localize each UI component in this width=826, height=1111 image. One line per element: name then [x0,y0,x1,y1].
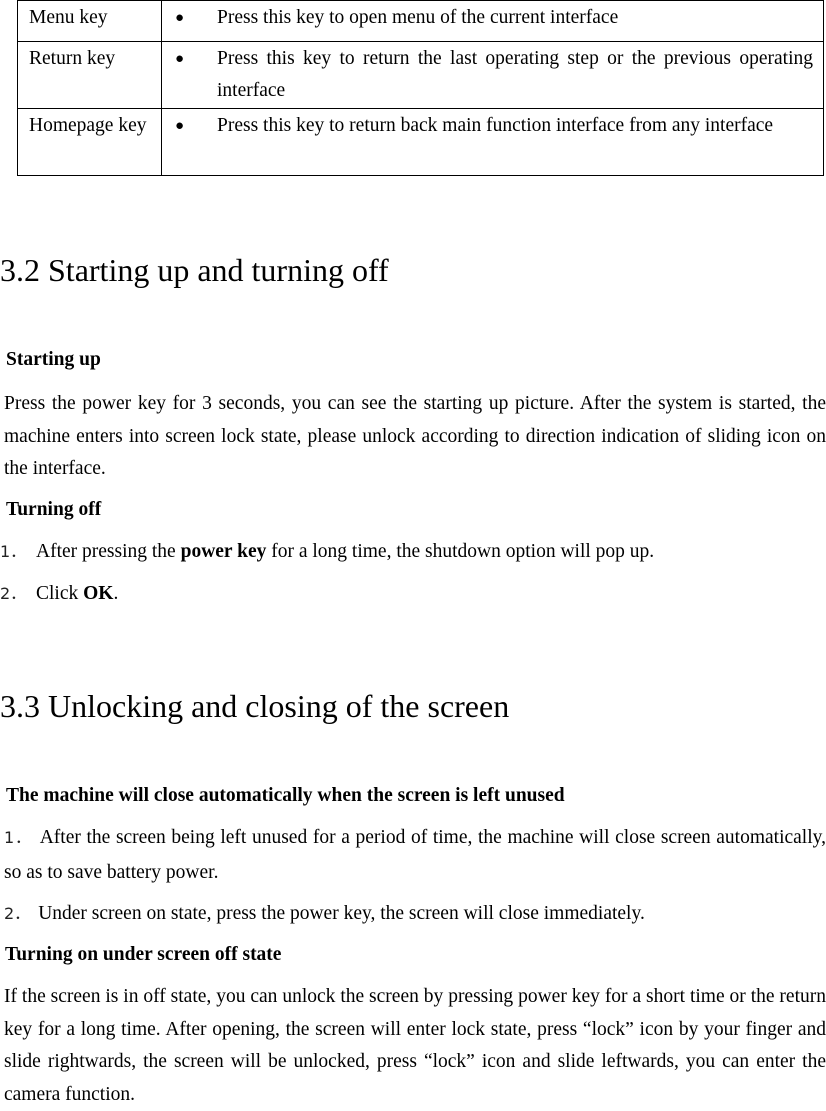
turning-off-step-1: 1． After pressing the power key for a lon… [0,536,826,568]
auto-close-item-1: 1． After the screen being left unused for… [4,820,826,890]
key-description-text: Press this key to return back main funct… [217,115,774,136]
key-name-cell: Homepage key [17,108,162,176]
bullet-icon: ● [175,51,185,67]
table-row: Menu key ● Press this key to open menu o… [17,0,824,42]
item-text: Under screen on state, press the power k… [38,903,645,924]
step-text: for a long time, the shutdown option wil… [266,541,655,562]
subheading-turning-off: Turning off [6,499,102,520]
key-description-cell: ● Press this key to return the last oper… [161,41,824,109]
key-description-text: Press this key to open menu of the curre… [217,7,619,28]
item-text: After the screen being left unused for a… [4,827,826,883]
document-page: Menu key ● Press this key to open menu o… [0,0,826,1107]
key-name-cell: Return key [17,41,162,109]
auto-close-item-2: 2． Under screen on state, press the power… [4,896,826,931]
starting-up-paragraph: Press the power key for 3 seconds, you c… [4,393,826,479]
table-row: Return key ● Press this key to return th… [17,41,824,109]
step-number: 2． [0,584,27,603]
turning-off-step-2: 2． Click OK. [0,578,826,610]
step-text: . [113,583,119,604]
subheading-turning-on: Turning on under screen off state [5,944,282,965]
step-bold-text: power key [180,541,267,562]
table-row: Homepage key ● Press this key to return … [17,108,824,176]
step-number: 1． [0,542,27,561]
bullet-icon: ● [175,118,185,134]
key-function-table: Menu key ● Press this key to open menu o… [17,0,824,176]
turning-on-paragraph: If the screen is in off state, you can u… [4,986,826,1105]
item-number: 2． [4,904,31,923]
bullet-icon: ● [175,10,185,26]
section-title-3-3: 3.3 Unlocking and closing of the screen [0,688,510,724]
key-description-text: Press this key to return the last operat… [217,48,813,101]
section-title-3-2: 3.2 Starting up and turning off [0,252,389,288]
item-number: 1． [4,828,32,847]
step-text: After pressing the [36,541,181,562]
subheading-auto-close: The machine will close automatically whe… [6,785,565,806]
key-name-cell: Menu key [17,0,162,42]
key-description-cell: ● Press this key to open menu of the cur… [161,0,824,42]
step-bold-text: OK [83,583,114,604]
step-text: Click [36,583,84,604]
key-description-cell: ● Press this key to return back main fun… [161,108,824,176]
subheading-starting-up: Starting up [6,349,101,370]
